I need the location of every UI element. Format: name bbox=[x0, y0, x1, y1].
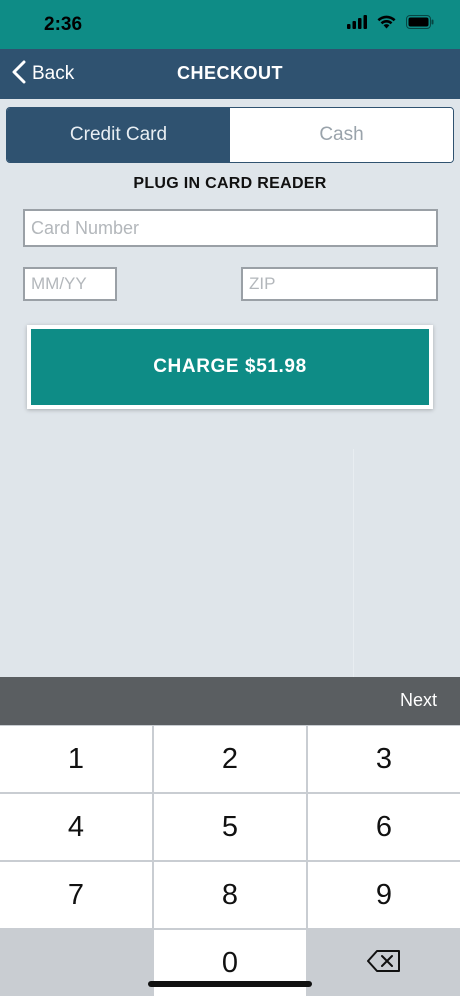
key-2[interactable]: 2 bbox=[154, 726, 306, 792]
zip-field[interactable] bbox=[241, 267, 438, 301]
key-1[interactable]: 1 bbox=[0, 726, 152, 792]
key-8[interactable]: 8 bbox=[154, 862, 306, 928]
battery-icon bbox=[406, 15, 434, 34]
backspace-key[interactable] bbox=[308, 930, 460, 996]
signal-icon bbox=[347, 15, 367, 34]
expiry-field[interactable] bbox=[23, 267, 117, 301]
key-6[interactable]: 6 bbox=[308, 794, 460, 860]
status-bar: 2:36 bbox=[0, 0, 460, 49]
backspace-icon bbox=[367, 947, 401, 980]
checkout-content: Credit Card Cash PLUG IN CARD READER CHA… bbox=[0, 99, 460, 677]
key-7[interactable]: 7 bbox=[0, 862, 152, 928]
card-number-field[interactable] bbox=[23, 209, 438, 247]
tab-cash[interactable]: Cash bbox=[230, 108, 453, 162]
charge-button[interactable]: CHARGE $51.98 bbox=[27, 325, 433, 409]
keyboard-accessory-bar: Next bbox=[0, 677, 460, 725]
payment-method-tabs: Credit Card Cash bbox=[6, 107, 454, 163]
number-keypad: 1 2 3 4 5 6 7 8 9 0 bbox=[0, 725, 460, 996]
key-9[interactable]: 9 bbox=[308, 862, 460, 928]
key-blank bbox=[0, 930, 152, 996]
background-divider bbox=[353, 449, 354, 677]
next-button[interactable]: Next bbox=[400, 690, 437, 711]
card-reader-instruction: PLUG IN CARD READER bbox=[133, 175, 327, 192]
status-time: 2:36 bbox=[44, 14, 83, 35]
status-icons bbox=[347, 15, 434, 34]
key-5[interactable]: 5 bbox=[154, 794, 306, 860]
wifi-icon bbox=[377, 15, 396, 34]
nav-bar: Back CHECKOUT bbox=[0, 49, 460, 99]
tab-credit-card[interactable]: Credit Card bbox=[7, 108, 230, 162]
home-indicator bbox=[148, 981, 312, 987]
key-3[interactable]: 3 bbox=[308, 726, 460, 792]
key-4[interactable]: 4 bbox=[0, 794, 152, 860]
page-title: CHECKOUT bbox=[177, 63, 283, 83]
